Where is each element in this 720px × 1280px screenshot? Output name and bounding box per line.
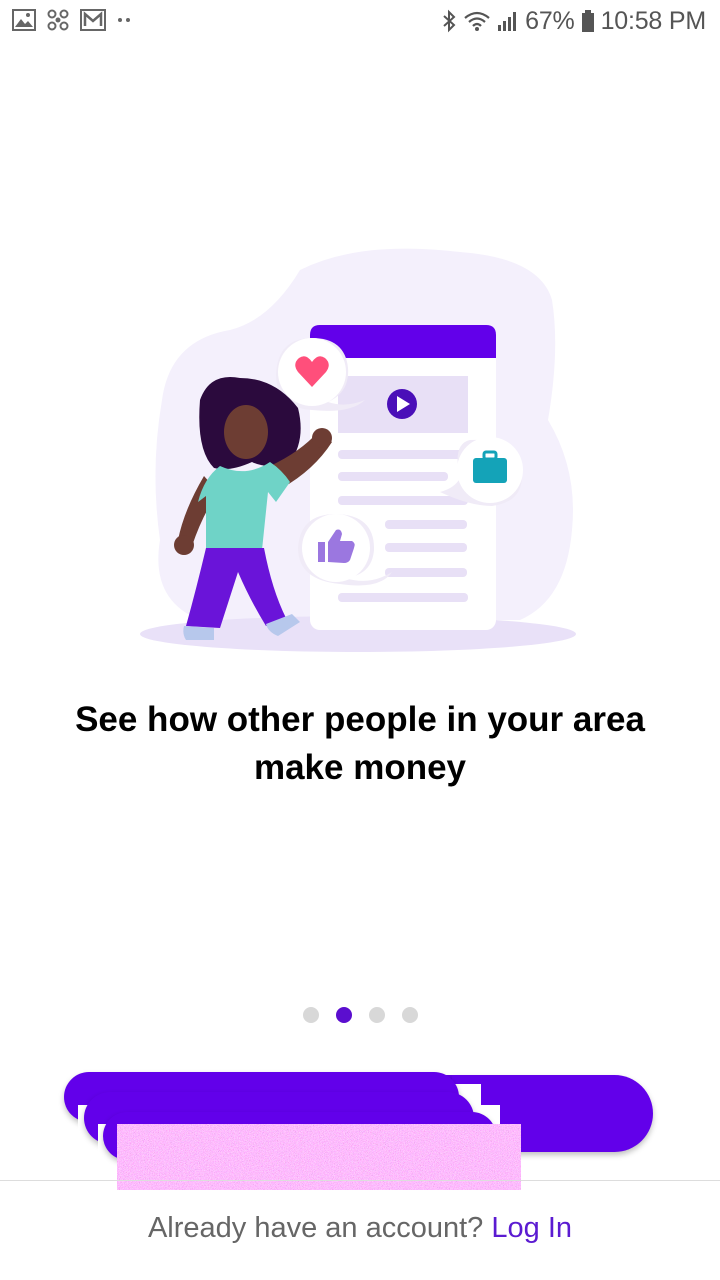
login-prompt-text: Already have an account?: [147, 1212, 484, 1244]
notification-icons: [12, 8, 132, 32]
login-link[interactable]: Log In: [491, 1212, 572, 1244]
page-indicator: [0, 1007, 720, 1023]
footer-divider: [0, 1180, 720, 1181]
wifi-icon: [464, 11, 490, 31]
system-status: 67% 10:58 PM: [441, 6, 706, 36]
battery-percent: 67%: [525, 6, 575, 35]
fan-icon: [47, 9, 69, 31]
battery-icon: [581, 10, 594, 32]
headline-line-2: make money: [253, 748, 467, 787]
page-dot-2-active[interactable]: [335, 1007, 352, 1023]
onboarding-headline: See how other people in your area make m…: [20, 696, 700, 792]
clock-time: 10:58 PM: [600, 6, 707, 35]
primary-cta-area: [0, 1060, 720, 1190]
login-prompt: Already have an account? Log In: [0, 1212, 720, 1245]
page-dot-1[interactable]: [302, 1007, 319, 1023]
signal-icon: [498, 12, 517, 31]
gmail-icon: [80, 9, 106, 31]
image-icon: [12, 9, 36, 31]
more-dots-icon: [118, 18, 130, 22]
page-dot-4[interactable]: [401, 1007, 418, 1023]
headline-line-1: See how other people in your area: [75, 700, 645, 739]
play-icon: [387, 389, 417, 419]
status-bar: 67% 10:58 PM: [0, 0, 720, 44]
bluetooth-icon: [443, 9, 456, 33]
page-dot-3[interactable]: [368, 1007, 385, 1023]
onboarding-illustration: [140, 248, 576, 652]
